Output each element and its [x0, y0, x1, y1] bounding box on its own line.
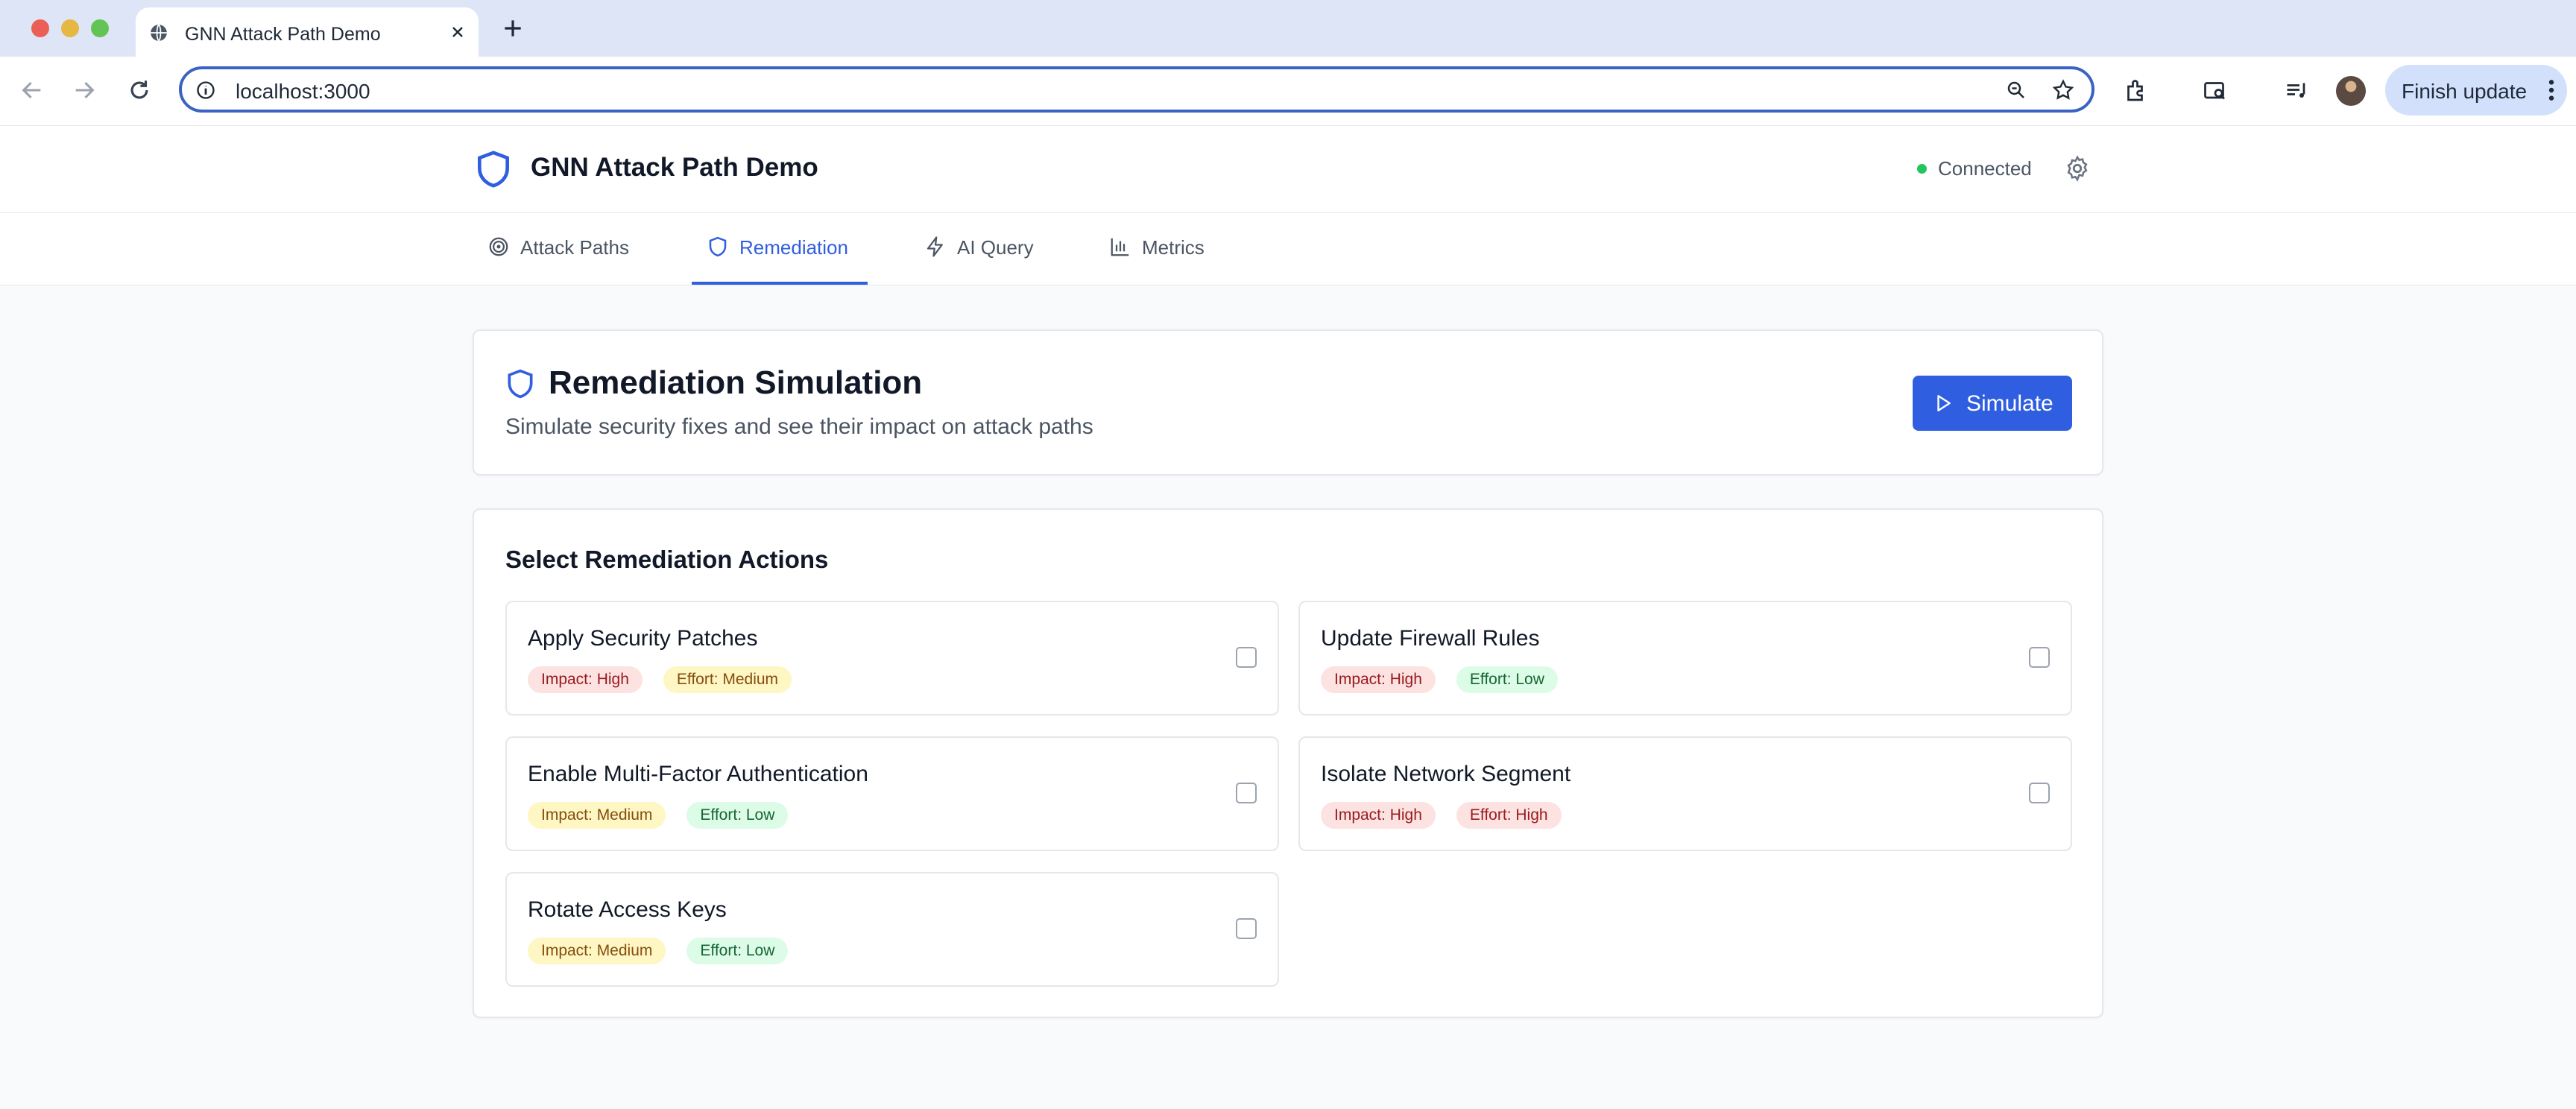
simulate-button[interactable]: Simulate: [1913, 376, 2072, 431]
main-tabs: Attack Paths Remediation AI Query Metric…: [0, 213, 2576, 285]
effort-badge: Effort: Low: [686, 938, 789, 964]
impact-badge: Impact: Medium: [528, 802, 666, 829]
action-title: Isolate Network Segment: [1321, 762, 1571, 786]
target-icon: [489, 237, 508, 256]
effort-badge: Effort: High: [1456, 802, 1562, 829]
extensions-icon[interactable]: [2123, 78, 2150, 104]
address-bar[interactable]: localhost:3000: [179, 66, 2094, 113]
action-title: Update Firewall Rules: [1321, 626, 1540, 651]
impact-badge: Impact: High: [1321, 802, 1436, 829]
action-rotate-access-keys[interactable]: Rotate Access Keys Impact: Medium Effort…: [505, 872, 1279, 987]
globe-icon: [151, 24, 167, 42]
tab-search-icon[interactable]: [2202, 78, 2229, 104]
window-zoom-button[interactable]: [91, 19, 109, 37]
simulate-button-label: Simulate: [1966, 391, 2053, 416]
action-title: Enable Multi-Factor Authentication: [528, 762, 868, 786]
info-icon[interactable]: [195, 80, 216, 101]
impact-badge: Impact: High: [1321, 666, 1436, 693]
section-title: Select Remediation Actions: [505, 546, 829, 573]
active-tab-indicator: [692, 282, 868, 285]
connection-status: Connected: [1938, 157, 2032, 180]
shield-icon: [709, 236, 727, 257]
shield-logo-icon: [478, 151, 509, 188]
impact-badge: Impact: Medium: [528, 938, 666, 964]
remediation-actions-card: Select Remediation Actions Apply Securit…: [473, 508, 2103, 1018]
remediation-simulation-card: Remediation Simulation Simulate security…: [473, 329, 2103, 475]
tab-metrics[interactable]: Metrics: [1109, 213, 1221, 285]
effort-badge: Effort: Low: [1456, 666, 1558, 693]
tab-remediation[interactable]: Remediation: [692, 213, 868, 285]
window-minimize-button[interactable]: [61, 19, 79, 37]
impact-badge: Impact: High: [528, 666, 643, 693]
app-title: GNN Attack Path Demo: [531, 153, 818, 182]
profile-avatar[interactable]: [2336, 76, 2366, 106]
bookmark-star-icon[interactable]: [2051, 78, 2075, 102]
finish-update-label: Finish update: [2402, 80, 2528, 103]
browser-tab[interactable]: GNN Attack Path Demo: [136, 7, 479, 57]
action-enable-mfa[interactable]: Enable Multi-Factor Authentication Impac…: [505, 736, 1279, 851]
zoom-icon[interactable]: [2005, 79, 2027, 101]
app-header: GNN Attack Path Demo Connected: [0, 126, 2576, 213]
shield-icon: [508, 369, 533, 399]
tab-ai-query[interactable]: AI Query: [924, 213, 1044, 285]
effort-badge: Effort: Medium: [663, 666, 792, 693]
back-arrow-icon[interactable]: [19, 78, 45, 103]
action-checkbox[interactable]: [2029, 783, 2050, 803]
action-update-firewall-rules[interactable]: Update Firewall Rules Impact: High Effor…: [1298, 601, 2072, 715]
action-checkbox[interactable]: [1236, 918, 1257, 939]
gear-icon[interactable]: [2063, 154, 2092, 183]
page-title: Remediation Simulation: [549, 364, 923, 401]
browser-tab-title: GNN Attack Path Demo: [185, 24, 381, 45]
finish-update-button[interactable]: Finish update: [2385, 65, 2567, 116]
action-apply-security-patches[interactable]: Apply Security Patches Impact: High Effo…: [505, 601, 1279, 715]
new-tab-icon[interactable]: [501, 16, 525, 40]
play-icon: [1937, 395, 1951, 411]
tab-attack-paths[interactable]: Attack Paths: [487, 213, 637, 285]
bar-chart-icon: [1111, 238, 1129, 256]
media-controls-icon[interactable]: [2284, 78, 2311, 104]
action-isolate-network-segment[interactable]: Isolate Network Segment Impact: High Eff…: [1298, 736, 2072, 851]
forward-arrow-icon[interactable]: [72, 78, 97, 103]
action-checkbox[interactable]: [1236, 783, 1257, 803]
window-close-button[interactable]: [31, 19, 49, 37]
action-checkbox[interactable]: [2029, 647, 2050, 668]
tab-label: Remediation: [739, 236, 848, 259]
connection-status-dot: [1917, 164, 1927, 174]
tab-label: AI Query: [957, 236, 1034, 259]
action-checkbox[interactable]: [1236, 647, 1257, 668]
url-text[interactable]: localhost:3000: [236, 80, 370, 104]
tab-label: Metrics: [1142, 236, 1205, 259]
tab-label: Attack Paths: [520, 236, 629, 259]
close-icon[interactable]: [449, 23, 467, 41]
lightning-icon: [926, 236, 943, 257]
action-title: Apply Security Patches: [528, 626, 758, 651]
reload-icon[interactable]: [127, 78, 152, 103]
effort-badge: Effort: Low: [686, 802, 789, 829]
more-menu-icon[interactable]: [2548, 78, 2555, 102]
page-subtitle: Simulate security fixes and see their im…: [505, 414, 1093, 439]
browser-tab-strip: GNN Attack Path Demo: [0, 0, 2576, 57]
action-title: Rotate Access Keys: [528, 897, 727, 922]
browser-toolbar: localhost:3000 Finish update: [0, 57, 2576, 126]
